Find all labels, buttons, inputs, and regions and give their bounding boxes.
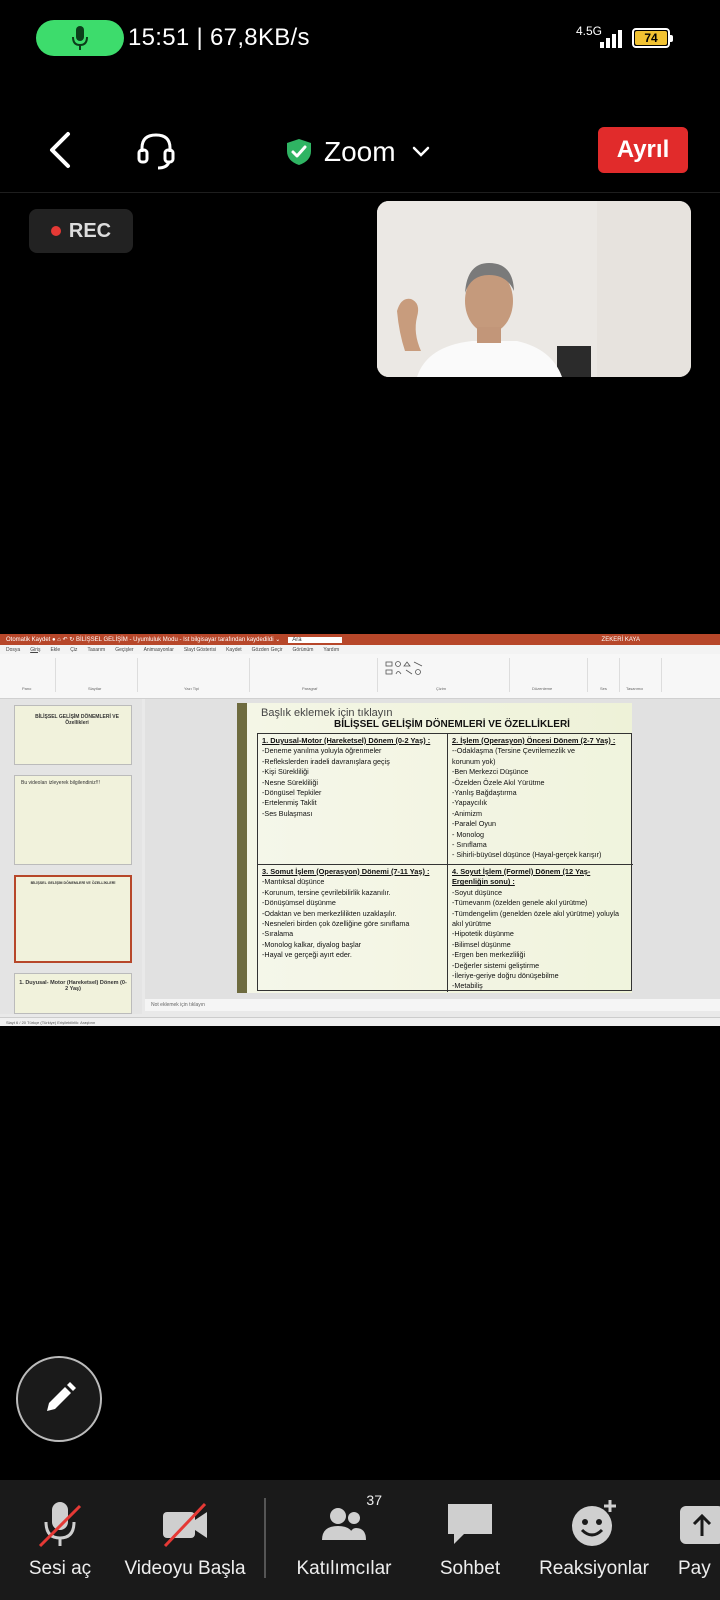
ppt-tab[interactable]: Kaydet <box>226 647 242 653</box>
participant-video-image <box>377 201 691 377</box>
ribbon-group-paragraph[interactable]: Paragraf <box>252 658 378 692</box>
headset-icon[interactable] <box>134 128 178 172</box>
ppt-tab[interactable]: Yardım <box>323 647 339 653</box>
ppt-tab[interactable]: Dosya <box>6 647 20 653</box>
emoji-add-icon <box>572 1500 616 1546</box>
ribbon-group-drawing[interactable]: Çizim <box>380 658 510 692</box>
meeting-title-dropdown[interactable]: Zoom <box>286 132 430 172</box>
microphone-muted-icon <box>38 1502 82 1548</box>
slide-title: BİLİŞSEL GELİŞİM DÖNEMLERİ VE ÖZELLİKLER… <box>334 719 570 730</box>
microphone-icon <box>72 26 88 50</box>
ppt-tab[interactable]: Gözden Geçir <box>252 647 283 653</box>
slide-thumbnail-selected[interactable]: 6 BİLİŞSEL GELİŞİM DÖNEMLERİ VE ÖZELLİKL… <box>14 875 132 963</box>
participants-icon-wrap: 37 <box>318 1492 382 1550</box>
network-type: 4.5G <box>576 24 603 38</box>
slide-thumbnails-panel[interactable]: 4 BİLİŞSEL GELİŞİM DÖNEMLERİ VE Özellikl… <box>0 699 142 1014</box>
shapes-gallery-icon <box>385 661 423 675</box>
share-upload-icon <box>680 1506 720 1544</box>
chat-button[interactable]: Sohbet <box>432 1480 508 1600</box>
table-cell: 3. Somut İşlem (Operasyon) Dönemi (7-11 … <box>262 867 430 960</box>
ppt-user-name: ZEKERİ KAYA <box>601 636 640 643</box>
ppt-tab[interactable]: Slayt Gösterisi <box>184 647 216 653</box>
ribbon-group-clipboard[interactable]: Pano <box>4 658 56 692</box>
slide-thumbnail[interactable]: 7 1. Duyusal- Motor (Hareketsel) Dönem (… <box>14 973 132 1014</box>
chevron-down-icon <box>412 146 429 157</box>
share-label: Pay <box>678 1558 711 1579</box>
ppt-tab[interactable]: Ekle <box>50 647 60 653</box>
participant-video-tile[interactable] <box>377 201 691 377</box>
table-cell: 1. Duyusal-Motor (Hareketsel) Dönem (0-2… <box>262 736 431 818</box>
ppt-tab[interactable]: Tasarım <box>87 647 105 653</box>
ppt-ribbon-tabs: Dosya Giriş Ekle Çiz Tasarım Geçişler An… <box>0 645 720 654</box>
video-camera-off-icon <box>163 1502 207 1548</box>
record-dot-icon <box>50 226 61 236</box>
slide-thumbnail[interactable]: 5 Bu videoları izleyerek bilgilendiniz!!… <box>14 775 132 865</box>
ppt-search-box[interactable]: Ara <box>288 636 342 643</box>
shield-check-icon <box>287 139 311 165</box>
recording-label: REC <box>68 219 112 242</box>
slide-canvas[interactable]: Başlık eklemek için tıklayın BİLİŞSEL GE… <box>145 699 720 999</box>
thumbnail-title: BİLİŞSEL GELİŞİM DÖNEMLERİ VE Özellikler… <box>35 714 119 726</box>
ribbon-group-voice[interactable]: Ses <box>590 658 620 692</box>
ppt-tab[interactable]: Çiz <box>70 647 77 653</box>
reactions-button[interactable]: Reaksiyonlar <box>534 1480 654 1600</box>
ribbon-group-designer[interactable]: Tasarımcı <box>622 658 662 692</box>
table-cell: 2. İşlem (Operasyon) Öncesi Dönem (2-7 Y… <box>452 736 616 860</box>
ppt-tab[interactable]: Görünüm <box>293 647 314 653</box>
shared-screen[interactable]: Otomatik Kaydet ● ⌂ ↶ ↻ BİLİŞSEL GELİŞİM… <box>0 634 720 1026</box>
thumbnail-title: 1. Duyusal- Motor (Hareketsel) Dönem (0-… <box>19 980 127 992</box>
slide-notes[interactable]: Not eklemek için tıklayın <box>145 999 720 1011</box>
share-button[interactable]: Pay <box>678 1480 720 1600</box>
slide-title-placeholder[interactable]: Başlık eklemek için tıklayın <box>261 707 392 719</box>
top-bar-divider <box>0 192 720 193</box>
pencil-icon <box>47 1382 76 1411</box>
ppt-tab[interactable]: Giriş <box>30 647 40 653</box>
table-cell: 4. Soyut İşlem (Formel) Dönem (12 Yaş-Er… <box>452 867 619 991</box>
start-video-button[interactable]: Videoyu Başla <box>122 1480 248 1600</box>
ribbon-group-font[interactable]: Yazı Tipi <box>140 658 250 692</box>
meeting-top-bar: Zoom Ayrıl <box>0 112 720 192</box>
unmute-button[interactable]: Sesi aç <box>26 1480 94 1600</box>
chat-label: Sohbet <box>439 1558 501 1579</box>
ppt-status-bar: Slayt 6 / 20 Türkçe (Türkiye) Erişilebil… <box>0 1017 720 1026</box>
meeting-toolbar: Sesi aç Videoyu Başla 37 Katılımcılar So… <box>0 1480 720 1600</box>
signal-icon <box>600 28 624 48</box>
start-video-label: Videoyu Başla <box>124 1558 246 1579</box>
status-bar: 15:51 | 67,8KB/s 4.5G 74 <box>0 0 720 80</box>
slide-table: 1. Duyusal-Motor (Hareketsel) Dönem (0-2… <box>257 733 633 992</box>
mic-active-indicator[interactable] <box>36 20 124 56</box>
current-slide[interactable]: Başlık eklemek için tıklayın BİLİŞSEL GE… <box>237 703 633 993</box>
participants-button[interactable]: 37 Katılımcılar <box>288 1480 400 1600</box>
battery-level: 74 <box>635 31 667 45</box>
unmute-label: Sesi aç <box>28 1558 92 1579</box>
reactions-label: Reaksiyonlar <box>539 1558 649 1579</box>
app-title: Zoom <box>324 136 396 167</box>
ribbon-group-slides[interactable]: Slaytlar <box>58 658 138 692</box>
ppt-tab[interactable]: Animasyonlar <box>144 647 174 653</box>
annotate-button[interactable] <box>16 1356 102 1442</box>
participants-label: Katılımcılar <box>296 1558 392 1579</box>
back-arrow-icon[interactable] <box>40 128 80 172</box>
slide-thumbnail[interactable]: 4 BİLİŞSEL GELİŞİM DÖNEMLERİ VE Özellikl… <box>14 705 132 765</box>
participant-count: 37 <box>366 1492 382 1508</box>
ppt-title-text: Otomatik Kaydet ● ⌂ ↶ ↻ BİLİŞSEL GELİŞİM… <box>6 637 281 643</box>
battery-icon: 74 <box>632 28 673 48</box>
ppt-workspace: 4 BİLİŞSEL GELİŞİM DÖNEMLERİ VE Özellikl… <box>0 699 720 1014</box>
recording-indicator[interactable]: REC <box>29 209 133 253</box>
ribbon-group-editing[interactable]: Düzenleme <box>512 658 588 692</box>
ppt-tab[interactable]: Geçişler <box>115 647 133 653</box>
toolbar-divider <box>264 1498 266 1578</box>
chat-bubble-icon <box>448 1504 492 1544</box>
thumbnail-title: Bu videoları izleyerek bilgilendiniz!!! <box>21 780 100 786</box>
ppt-title-bar: Otomatik Kaydet ● ⌂ ↶ ↻ BİLİŞSEL GELİŞİM… <box>0 634 720 645</box>
people-icon <box>322 1508 366 1540</box>
ppt-ribbon: Pano Slaytlar Yazı Tipi Paragraf Çizim D… <box>0 654 720 699</box>
leave-button[interactable]: Ayrıl <box>598 127 688 173</box>
thumbnail-title: BİLİŞSEL GELİŞİM DÖNEMLERİ VE ÖZELLİKLER… <box>30 881 116 885</box>
status-time-speed: 15:51 | 67,8KB/s <box>128 24 310 51</box>
